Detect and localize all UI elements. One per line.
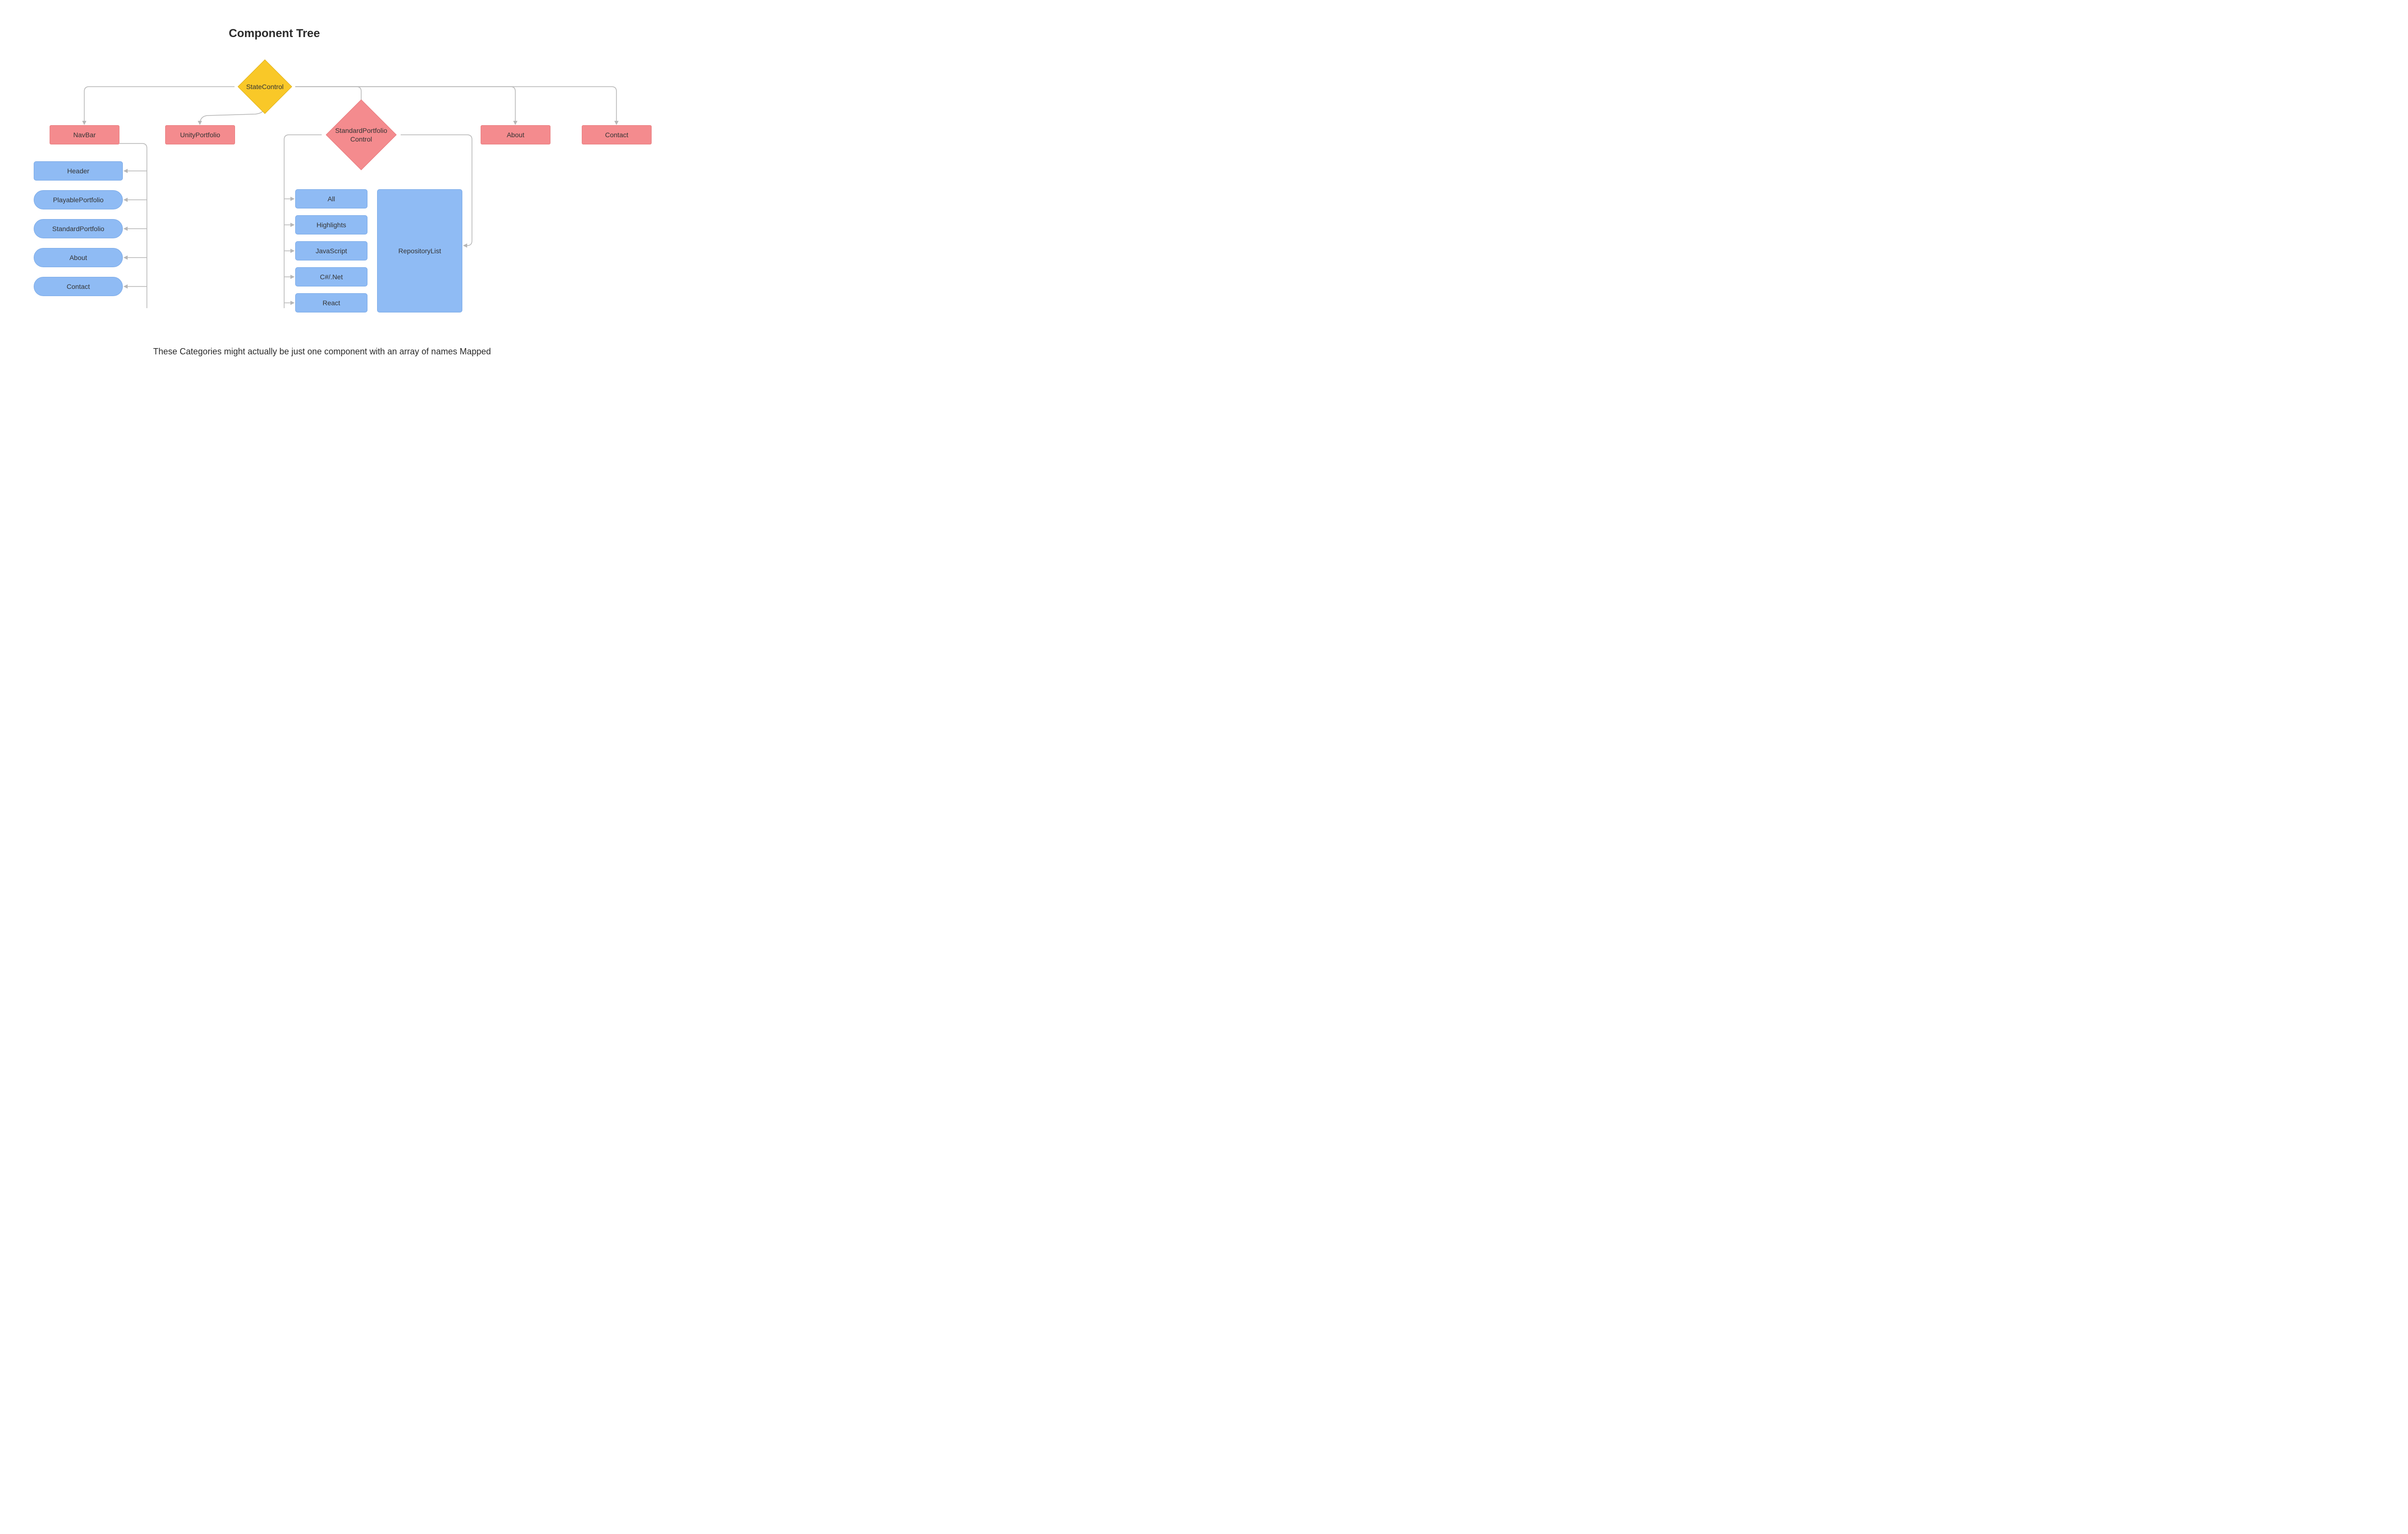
node-repositorylist: RepositoryList	[377, 189, 462, 312]
node-filter-javascript: JavaScript	[295, 241, 367, 260]
node-nav-about-label: About	[69, 254, 87, 261]
node-contact: Contact	[582, 125, 652, 144]
node-navbar-label: NavBar	[73, 131, 96, 139]
node-filter-all: All	[295, 189, 367, 208]
node-navbar: NavBar	[50, 125, 119, 144]
node-about-label: About	[507, 131, 524, 139]
node-repositorylist-label: RepositoryList	[398, 247, 441, 255]
node-nav-header: Header	[34, 161, 123, 181]
node-nav-standard: StandardPortfolio	[34, 219, 123, 238]
node-nav-playable-label: PlayablePortfolio	[53, 196, 104, 204]
node-standardportfolio-control: StandardPortfolio Control	[326, 99, 396, 170]
node-filter-javascript-label: JavaScript	[315, 247, 347, 255]
node-about: About	[481, 125, 550, 144]
node-nav-contact-label: Contact	[66, 283, 90, 290]
node-filter-all-label: All	[327, 195, 335, 203]
node-contact-label: Contact	[605, 131, 628, 139]
node-filter-react-label: React	[323, 299, 340, 307]
node-nav-about: About	[34, 248, 123, 267]
node-filter-react: React	[295, 293, 367, 312]
diagram-title: Component Tree	[229, 27, 320, 40]
node-statecontrol: StateControl	[237, 59, 292, 114]
node-filter-highlights: Highlights	[295, 215, 367, 234]
node-nav-playable: PlayablePortfolio	[34, 190, 123, 209]
node-filter-csharp: C#/.Net	[295, 267, 367, 286]
node-nav-contact: Contact	[34, 277, 123, 296]
node-filter-highlights-label: Highlights	[316, 221, 346, 229]
node-nav-standard-label: StandardPortfolio	[52, 225, 104, 233]
node-nav-header-label: Header	[67, 167, 90, 175]
diagram-footnote: These Categories might actually be just …	[153, 347, 491, 357]
node-filter-csharp-label: C#/.Net	[320, 273, 342, 281]
node-unityportfolio: UnityPortfolio	[165, 125, 235, 144]
node-standardportfolio-control-label: StandardPortfolio Control	[335, 126, 387, 143]
node-statecontrol-label: StateControl	[246, 83, 284, 91]
node-unityportfolio-label: UnityPortfolio	[180, 131, 220, 139]
